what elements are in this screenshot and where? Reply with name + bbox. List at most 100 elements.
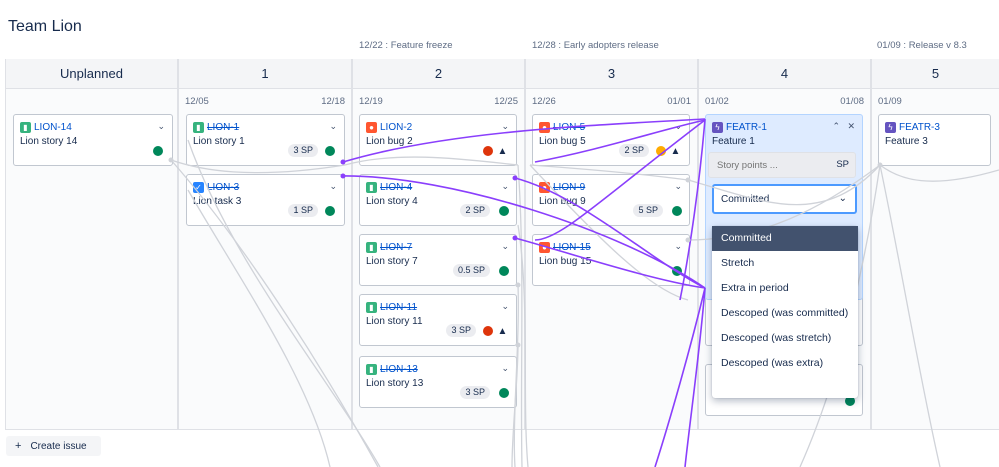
column-header: 5 (872, 59, 999, 89)
issue-title: Lion story 14 (20, 136, 78, 147)
chevron-down-icon[interactable]: ⌄ (674, 121, 682, 132)
status-dot (672, 266, 682, 276)
create-issue-button[interactable]: + Create issue (6, 436, 101, 456)
chevron-down-icon[interactable]: ⌄ (501, 301, 509, 312)
column-start-date: 01/09 (878, 96, 902, 107)
story-points-input[interactable] (709, 153, 829, 177)
column-header: 2 (353, 59, 524, 89)
create-issue-label: Create issue (30, 440, 87, 452)
warning-icon: ▲ (670, 146, 681, 157)
story-icon: ▮ (193, 122, 204, 133)
bug-icon: ● (539, 122, 550, 133)
story-points-badge: 0.5 SP (452, 264, 490, 277)
issue-title: Lion bug 9 (539, 196, 586, 207)
issue-title: Lion story 4 (366, 196, 418, 207)
milestone-feature-freeze: 12/22 : Feature freeze (359, 40, 453, 51)
issue-card[interactable]: ● LION-9 ⌄ Lion bug 9 5 SP (532, 174, 690, 226)
chevron-down-icon[interactable]: ⌄ (501, 241, 509, 252)
story-icon: ▮ (366, 364, 377, 375)
issue-card[interactable]: ● LION-5 ⌄ Lion bug 5 2 SP ▲ (532, 114, 690, 166)
chevron-down-icon[interactable]: ⌄ (329, 121, 337, 132)
issue-key[interactable]: LION-7 (380, 242, 412, 253)
option-stretch[interactable]: Stretch (712, 251, 858, 276)
story-points-field[interactable]: SP (708, 152, 856, 178)
issue-key[interactable]: LION-14 (34, 122, 72, 133)
status-dot (483, 326, 493, 336)
story-points-badge: 1 SP (288, 204, 318, 217)
milestone-early-adopters: 12/28 : Early adopters release (532, 40, 659, 51)
issue-card[interactable]: ● LION-2 ⌄ Lion bug 2 ▲ (359, 114, 517, 166)
issue-key[interactable]: FEATR-3 (899, 122, 940, 133)
status-dot (499, 266, 509, 276)
issue-title: Lion bug 2 (366, 136, 413, 147)
issue-card[interactable]: ● LION-15 ⌄ Lion bug 15 (532, 234, 690, 286)
issue-key[interactable]: LION-13 (380, 364, 418, 375)
chevron-down-icon[interactable]: ⌄ (501, 181, 509, 192)
issue-key[interactable]: LION-11 (380, 302, 417, 313)
issue-card[interactable]: ▮ LION-11 ⌄ Lion story 11 3 SP ▲ (359, 294, 517, 346)
issue-key[interactable]: LION-9 (553, 182, 585, 193)
commitment-dropdown: Committed Stretch Extra in period Descop… (712, 226, 858, 398)
issue-title: Lion story 1 (193, 136, 245, 147)
chevron-down-icon[interactable]: ⌄ (501, 121, 509, 132)
status-dot (499, 206, 509, 216)
column-start-date: 12/05 (185, 96, 209, 107)
story-points-badge: 3 SP (446, 324, 476, 337)
close-icon[interactable]: ✕ (847, 121, 855, 132)
column-start-date: 12/26 (532, 96, 556, 107)
issue-card[interactable]: ▮ LION-1 ⌄ Lion story 1 3 SP (186, 114, 345, 166)
status-dot (672, 206, 682, 216)
issue-title: Lion bug 15 (539, 256, 592, 267)
column-end-date: 01/01 (667, 96, 691, 107)
status-dot (483, 146, 493, 156)
option-descoped-was-committed[interactable]: Descoped (was committed) (712, 301, 858, 326)
chevron-down-icon[interactable]: ⌄ (501, 363, 509, 374)
chevron-down-icon[interactable]: ⌄ (329, 181, 337, 192)
story-icon: ▮ (366, 242, 377, 253)
chevron-down-icon[interactable]: ⌄ (157, 121, 165, 132)
issue-key[interactable]: LION-4 (380, 182, 412, 193)
milestone-release: 01/09 : Release v 8.3 (877, 40, 967, 51)
issue-card[interactable]: ϟ FEATR-3 Feature 3 (878, 114, 991, 166)
task-icon: ✓ (193, 182, 204, 193)
bug-icon: ● (366, 122, 377, 133)
issue-key[interactable]: LION-5 (553, 122, 585, 133)
story-points-unit: SP (836, 159, 849, 170)
option-extra-in-period[interactable]: Extra in period (712, 276, 858, 301)
column-header: 4 (699, 59, 870, 89)
chevron-down-icon[interactable]: ⌄ (674, 241, 682, 252)
warning-icon: ▲ (497, 326, 508, 337)
status-dot (656, 146, 666, 156)
story-points-badge: 3 SP (460, 386, 490, 399)
plus-icon: + (15, 440, 22, 452)
status-dot (153, 146, 163, 156)
chevron-down-icon[interactable]: ⌄ (674, 181, 682, 192)
column-end-date: 01/08 (840, 96, 864, 107)
issue-key[interactable]: LION-1 (207, 122, 239, 133)
issue-card[interactable]: ▮ LION-7 ⌄ Lion story 7 0.5 SP (359, 234, 517, 286)
option-descoped-was-extra[interactable]: Descoped (was extra) (712, 351, 858, 376)
column-start-date: 12/19 (359, 96, 383, 107)
issue-title: Feature 1 (712, 136, 755, 147)
issue-card[interactable]: ✓ LION-3 ⌄ Lion task 3 1 SP (186, 174, 345, 226)
chevron-up-icon[interactable]: ⌃ (832, 121, 840, 132)
column-end-date: 12/25 (494, 96, 518, 107)
issue-key[interactable]: LION-2 (380, 122, 412, 133)
issue-card[interactable]: ▮ LION-4 ⌄ Lion story 4 2 SP (359, 174, 517, 226)
commitment-select[interactable]: Committed ⌄ (712, 184, 857, 214)
status-dot (325, 146, 335, 156)
issue-title: Lion story 11 (366, 316, 423, 327)
issue-key[interactable]: LION-3 (207, 182, 239, 193)
option-committed[interactable]: Committed (712, 226, 858, 251)
issue-title: Lion story 7 (366, 256, 418, 267)
issue-key[interactable]: FEATR-1 (726, 122, 767, 133)
column-start-date: 01/02 (705, 96, 729, 107)
bug-icon: ● (539, 182, 550, 193)
issue-title: Feature 3 (885, 136, 928, 147)
issue-key[interactable]: LION-15 (553, 242, 591, 253)
issue-card[interactable]: ▮ LION-13 ⌄ Lion story 13 3 SP (359, 356, 517, 408)
story-icon: ▮ (366, 302, 377, 313)
issue-card[interactable]: ▮ LION-14 ⌄ Lion story 14 (13, 114, 173, 166)
feature-icon: ϟ (712, 122, 723, 133)
option-descoped-was-stretch[interactable]: Descoped (was stretch) (712, 326, 858, 351)
